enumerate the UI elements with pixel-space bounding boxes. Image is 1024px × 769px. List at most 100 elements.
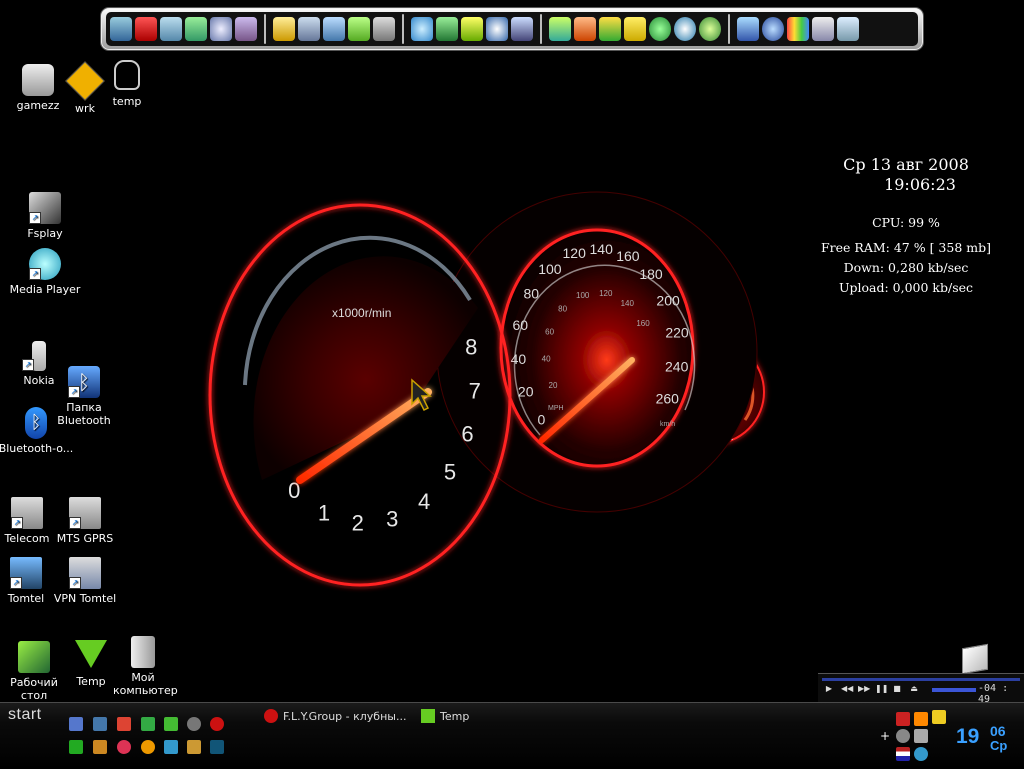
gauge-tick-label: 240 (665, 359, 689, 375)
gauge-tick-label: 200 (656, 293, 680, 309)
launcher-separator (402, 14, 404, 44)
folder-download-icon[interactable] (185, 17, 207, 41)
pencil-edit-icon[interactable] (511, 17, 533, 41)
tray-expand[interactable]: + (880, 729, 890, 743)
gauge-tick-label: 60 (513, 317, 529, 333)
stop-icon[interactable]: ■ (892, 684, 902, 694)
gauge-tick-label: 40 (511, 351, 527, 367)
green-down-arrow-icon (75, 640, 107, 668)
desktop-icon-media-player[interactable]: ↗ Media Player (7, 248, 83, 296)
task-button-temp[interactable]: Temp (421, 707, 469, 725)
desktop-icon-temp[interactable]: temp (89, 60, 165, 108)
music-note-icon[interactable] (348, 17, 370, 41)
itunes-icon[interactable] (411, 17, 433, 41)
tray-clock-day[interactable]: Ср (990, 738, 1007, 753)
desktop-icon-bluetooth-obex[interactable]: ᛒ Bluetooth-o... (0, 407, 74, 455)
seek-bar[interactable] (822, 678, 1020, 681)
task-button-fly-group[interactable]: F.L.Y.Group - клубны... (264, 707, 406, 725)
messenger-icon[interactable] (164, 740, 178, 754)
fm-radio-icon[interactable] (69, 740, 83, 754)
tach-label: x1000r/min (332, 306, 391, 320)
desktop-icon-label: Мой компьютер (113, 671, 178, 697)
gauge-tick-label: 20 (518, 384, 534, 400)
clock-icon[interactable] (210, 17, 232, 41)
spade-icon[interactable] (187, 717, 201, 731)
utorrent-icon[interactable] (164, 717, 178, 731)
desktop-icon-vpn-tomtel[interactable]: ↗ VPN Tomtel (47, 557, 123, 605)
gauge-tick-label: 3 (386, 506, 398, 531)
arrow-logo-icon[interactable] (549, 17, 571, 41)
gauge-tick-label: 1 (318, 501, 330, 526)
gauge-tick-label: 120 (599, 289, 613, 298)
robot-icon[interactable] (141, 717, 155, 731)
tray-clock-minute[interactable]: 06 (990, 723, 1006, 739)
gauge-tick-label: 140 (590, 241, 614, 257)
gauge-tick-label: 80 (524, 286, 540, 302)
globe-disc-icon[interactable] (486, 17, 508, 41)
monitor-icon[interactable] (110, 17, 132, 41)
network-computers-icon: ↗ (69, 497, 101, 529)
disc-tray-icon[interactable] (896, 729, 910, 743)
window-frame-icon[interactable] (812, 17, 834, 41)
chrome-red-icon[interactable] (117, 740, 131, 754)
network-tray-icon[interactable] (914, 729, 928, 743)
task-label: Temp (440, 709, 470, 723)
opera-icon[interactable] (210, 717, 224, 731)
gauge-tick-label: 40 (542, 355, 551, 364)
window-icon[interactable] (93, 717, 107, 731)
opera-icon (264, 709, 278, 723)
documents-folder-icon[interactable] (298, 17, 320, 41)
notes-icon[interactable] (273, 17, 295, 41)
previous-icon[interactable]: ◀◀ (841, 684, 853, 694)
start-button[interactable]: start (8, 706, 42, 724)
yo-circle-icon[interactable] (762, 17, 784, 41)
messenger-icon[interactable] (599, 17, 621, 41)
recycle-bin-icon[interactable] (837, 17, 859, 41)
eject-icon[interactable]: ⏏ (909, 684, 919, 694)
pictures-folder-icon[interactable] (323, 17, 345, 41)
volume-slider[interactable] (932, 688, 976, 692)
desktop-icon-mts-gprs[interactable]: ↗ MTS GPRS (47, 497, 123, 545)
mobile-phone-icon[interactable] (235, 17, 257, 41)
aimp-icon[interactable] (141, 740, 155, 754)
gauge-tick-label: 260 (656, 391, 680, 407)
eye-icon[interactable] (574, 17, 596, 41)
cube-icon[interactable] (962, 643, 988, 675)
desktop-icon-my-computer[interactable]: Мой компьютер (105, 636, 181, 697)
gauge-tick-label: 5 (444, 460, 456, 485)
usa-flag-icon[interactable] (896, 747, 910, 761)
folder-search-icon[interactable] (160, 17, 182, 41)
color-blocks-icon[interactable] (787, 17, 809, 41)
mp3-cut-icon[interactable] (461, 17, 483, 41)
green-circle-icon[interactable] (649, 17, 671, 41)
arrow-tray-icon[interactable] (896, 712, 910, 726)
taskbar: start F.L.Y.Group - клубны... Temp + 19 … (0, 702, 1024, 769)
tree-circle-icon[interactable] (699, 17, 721, 41)
launcher-separator (540, 14, 542, 44)
tray-clock-hour[interactable]: 19 (956, 725, 979, 749)
puzzle-icon[interactable] (624, 17, 646, 41)
pause-icon[interactable]: ❚❚ (875, 684, 888, 694)
gauge-tick-label: 60 (545, 327, 554, 336)
fsplay-app-icon: ↗ (29, 192, 61, 224)
speed-unit-mph: MPH (548, 405, 564, 412)
gamepad-icon[interactable] (373, 17, 395, 41)
alert-tray-icon[interactable] (932, 710, 946, 724)
network-icon[interactable] (69, 717, 83, 731)
gauge-tick-label: 80 (558, 305, 567, 314)
chart-icon[interactable] (436, 17, 458, 41)
earth-icon[interactable] (674, 17, 696, 41)
next-icon[interactable]: ▶▶ (858, 684, 870, 694)
play-icon[interactable]: ▶ (824, 684, 834, 694)
launcher-bar (100, 7, 924, 51)
red-card-icon[interactable] (135, 17, 157, 41)
lightning-icon[interactable] (93, 740, 107, 754)
plane-icon[interactable] (117, 717, 131, 731)
a-tray-icon[interactable] (914, 747, 928, 761)
puzzle-icon[interactable] (187, 740, 201, 754)
play-tray-icon[interactable] (914, 712, 928, 726)
photoshop-icon[interactable] (210, 740, 224, 754)
floppy-disk-icon[interactable] (737, 17, 759, 41)
desktop-icon-fsplay[interactable]: ↗ Fsplay (7, 192, 83, 240)
desktop-icon-label: Temp (76, 675, 106, 688)
